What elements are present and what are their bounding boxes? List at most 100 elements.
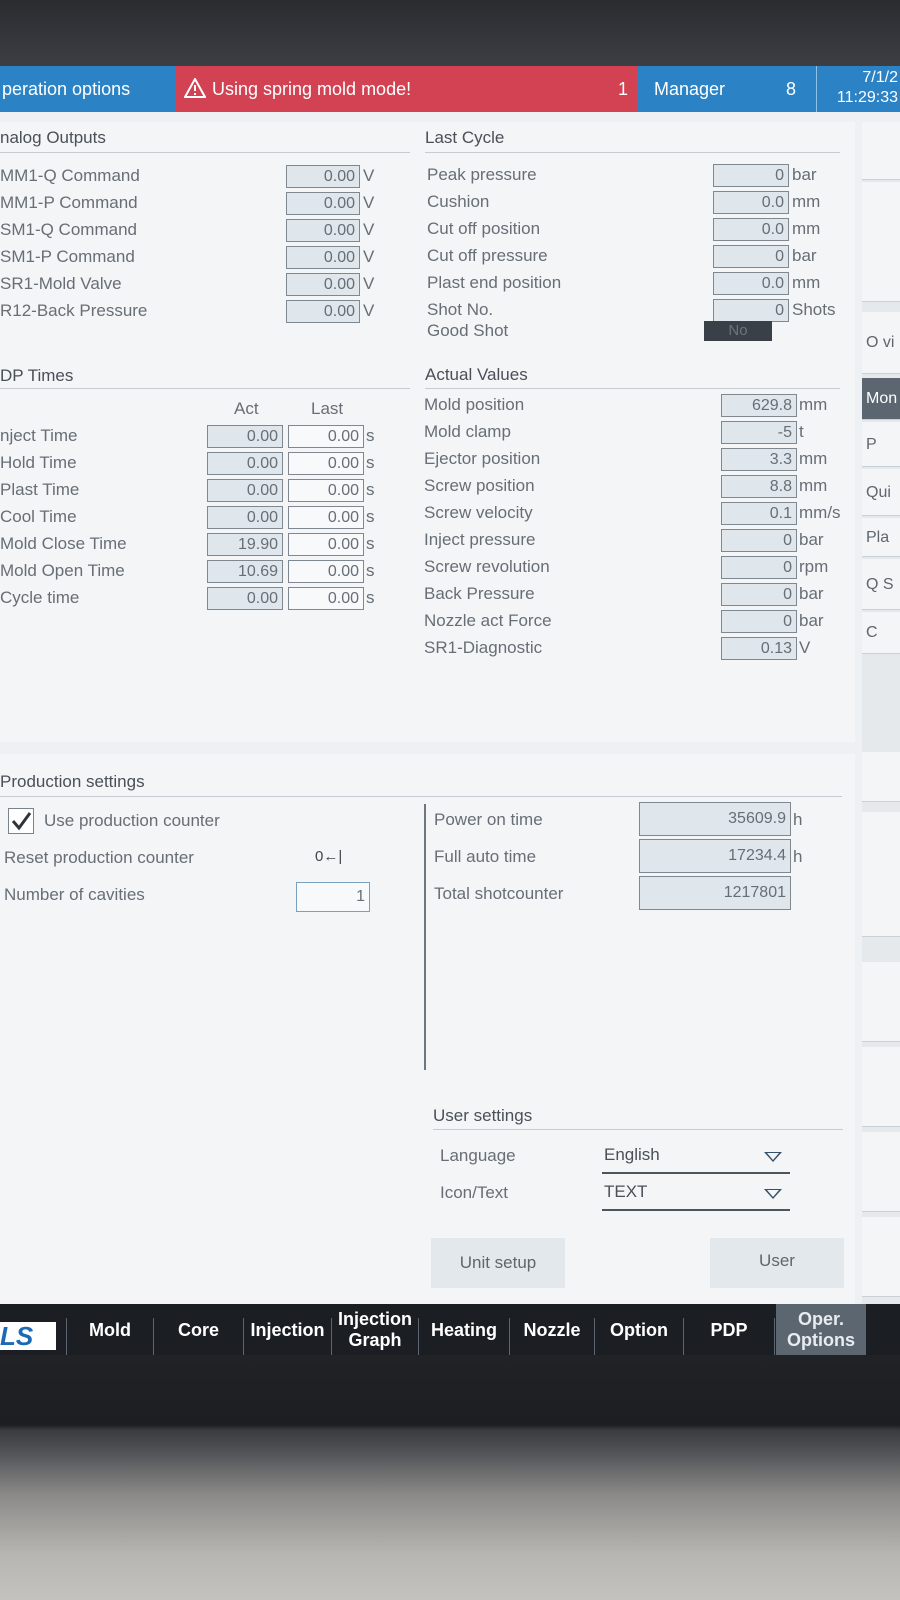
- bottom-nav: LS Mold Core Injection Injection Graph Heati…: [0, 1304, 900, 1356]
- actual-value-label: Inject pressure: [424, 530, 536, 549]
- list-icon[interactable]: [862, 1047, 900, 1127]
- alarm-banner[interactable]: Using spring mold mode! 1: [176, 66, 638, 112]
- settings-icon[interactable]: [862, 752, 900, 802]
- pdp-time-unit: s: [366, 561, 375, 580]
- nav-tab[interactable]: Nozzle: [511, 1304, 593, 1356]
- actual-value-label: Screw revolution: [424, 557, 550, 576]
- analog-output-unit: V: [363, 274, 375, 293]
- nav-tab[interactable]: Mold: [68, 1304, 152, 1356]
- module-icon[interactable]: [862, 962, 900, 1042]
- chevron-down-icon[interactable]: [764, 1152, 782, 1162]
- calendar-icon[interactable]: [862, 1132, 900, 1212]
- pdp-act-value: 19.90: [207, 533, 283, 556]
- analog-output-unit: V: [363, 301, 375, 320]
- good-shot-label: Good Shot: [427, 321, 509, 340]
- pdp-act-value: 0.00: [207, 452, 283, 475]
- actual-value: 0: [721, 556, 797, 579]
- sidebar-item[interactable]: Mon: [862, 378, 900, 420]
- cavities-label: Number of cavities: [4, 885, 145, 904]
- nav-tab[interactable]: Heating: [420, 1304, 508, 1356]
- nav-tab[interactable]: Oper. Options: [776, 1304, 866, 1356]
- unit-setup-button[interactable]: Unit setup: [431, 1238, 565, 1288]
- last-cycle-label: Peak pressure: [427, 165, 537, 184]
- production-stat-unit: h: [793, 847, 803, 866]
- actual-value: 3.3: [721, 448, 797, 471]
- actual-value-unit: t: [799, 422, 804, 441]
- nav-separator: [418, 1318, 419, 1356]
- last-cycle-value: 0: [713, 299, 789, 322]
- divider: [425, 152, 840, 153]
- sidebar-item[interactable]: P: [862, 422, 900, 467]
- last-cycle-value: 0.0: [713, 218, 789, 241]
- analog-output-unit: V: [363, 247, 375, 266]
- user-login-button[interactable]: Manager 8: [638, 66, 814, 112]
- nav-separator: [683, 1318, 684, 1356]
- last-cycle-unit: mm: [792, 192, 821, 211]
- pdp-time-label: Mold Close Time: [0, 534, 127, 553]
- user-button[interactable]: User: [710, 1238, 844, 1288]
- actual-value: 0.1: [721, 502, 797, 525]
- actual-value-label: Ejector position: [424, 449, 541, 468]
- actual-value-unit: bar: [799, 611, 824, 630]
- analog-output-value: 0.00: [286, 219, 360, 242]
- sidebar-item[interactable]: [862, 122, 900, 180]
- pdp-time-unit: s: [366, 480, 375, 499]
- monitor-bezel-top: [0, 0, 900, 66]
- last-cycle-unit: bar: [792, 165, 817, 184]
- last-cycle-value: 0: [713, 164, 789, 187]
- nav-tab[interactable]: Injection: [245, 1304, 330, 1356]
- production-stat-label: Power on time: [434, 810, 543, 829]
- nav-tab[interactable]: PDP: [685, 1304, 773, 1356]
- nav-tab[interactable]: Injection Graph: [333, 1304, 417, 1356]
- sidebar-item[interactable]: C: [862, 612, 900, 654]
- analog-output-unit: V: [363, 193, 375, 212]
- reset-counter-button[interactable]: 0←|: [315, 848, 342, 865]
- actual-value-label: Mold clamp: [424, 422, 511, 441]
- divider: [0, 152, 410, 153]
- analog-output-label: MM1-Q Command: [0, 166, 140, 185]
- actual-value: 8.8: [721, 475, 797, 498]
- pdp-act-value: 0.00: [207, 479, 283, 502]
- pdp-act-value: 0.00: [207, 425, 283, 448]
- language-underline: [602, 1172, 790, 1174]
- last-cycle-unit: mm: [792, 219, 821, 238]
- actual-value-unit: mm: [799, 395, 828, 414]
- reset-counter-label: Reset production counter: [4, 848, 194, 867]
- sidebar-item[interactable]: O vi: [862, 312, 900, 374]
- sidebar-item[interactable]: Qui: [862, 469, 900, 516]
- actual-value-unit: bar: [799, 584, 824, 603]
- pdp-time-label: Mold Open Time: [0, 561, 125, 580]
- actual-value-unit: mm/s: [799, 503, 841, 522]
- nav-tab[interactable]: Option: [596, 1304, 682, 1356]
- pdp-last-value: 0.00: [288, 506, 364, 529]
- nav-tab[interactable]: Core: [155, 1304, 242, 1356]
- actual-value: 0.13: [721, 637, 797, 660]
- pdp-last-value: 0.00: [288, 425, 364, 448]
- sidebar-item[interactable]: Q S: [862, 559, 900, 610]
- datetime-display: 7/1/2 11:29:33: [816, 66, 900, 112]
- use-counter-label: Use production counter: [44, 811, 220, 830]
- chevron-down-icon[interactable]: [764, 1189, 782, 1199]
- nav-separator: [243, 1318, 244, 1356]
- analog-output-unit: V: [363, 166, 375, 185]
- actual-value: 0: [721, 529, 797, 552]
- cavities-input[interactable]: 1: [296, 882, 370, 912]
- last-cycle-label: Shot No.: [427, 300, 494, 319]
- actual-value: 0: [721, 610, 797, 633]
- pdp-time-label: Plast Time: [0, 480, 80, 499]
- sidebar-item[interactable]: [862, 182, 900, 302]
- actual-value-label: Screw position: [424, 476, 535, 495]
- last-cycle-title: Last Cycle: [425, 128, 505, 147]
- production-stat-value: 17234.4: [639, 839, 791, 873]
- last-cycle-label: Cut off pressure: [427, 246, 548, 265]
- icontext-select[interactable]: TEXT: [604, 1182, 647, 1202]
- drop-icon[interactable]: [862, 857, 900, 937]
- nav-separator: [594, 1318, 595, 1356]
- sidebar-item[interactable]: Pla: [862, 518, 900, 557]
- use-counter-checkbox[interactable]: [8, 808, 34, 834]
- chevron-left-icon[interactable]: [862, 1217, 900, 1297]
- pdp-act-value: 10.69: [207, 560, 283, 583]
- last-cycle-value: 0.0: [713, 272, 789, 295]
- pdp-act-value: 0.00: [207, 506, 283, 529]
- language-select[interactable]: English: [604, 1145, 660, 1165]
